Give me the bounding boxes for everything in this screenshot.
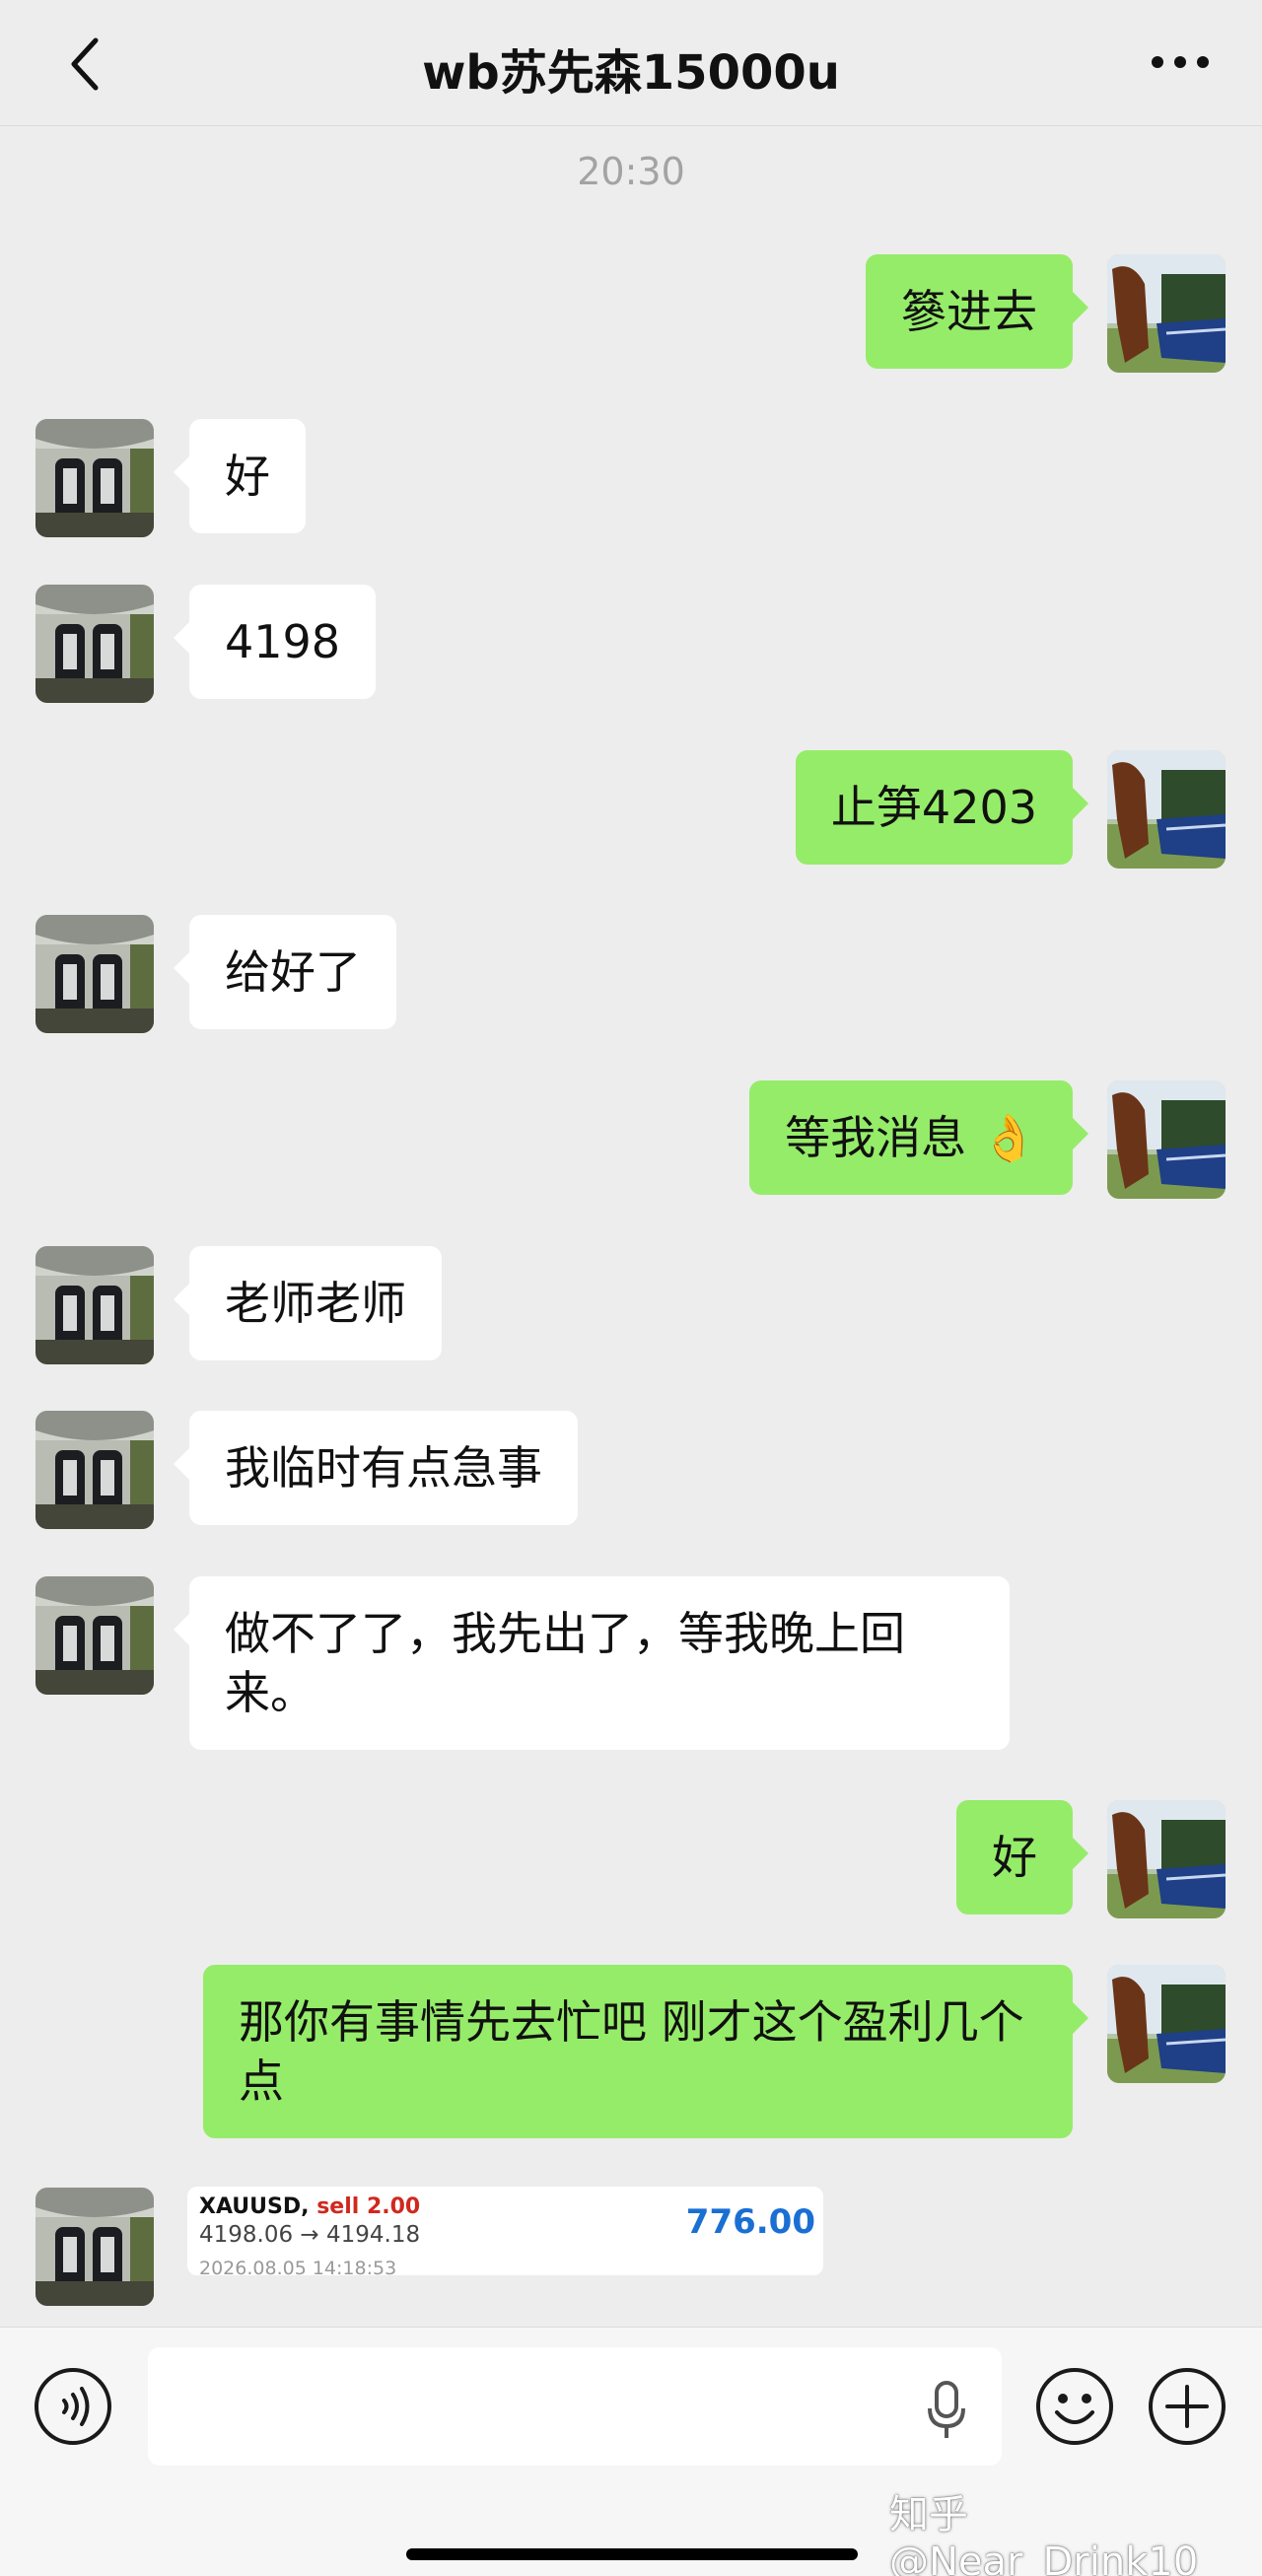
avatar-image <box>1107 1800 1226 1918</box>
chat-title: wb苏先森15000u <box>422 45 840 101</box>
avatar-image <box>35 1576 154 1695</box>
emoji-icon <box>1036 2368 1113 2445</box>
avatar-image <box>35 2188 154 2306</box>
trade-symbol-line: XAUUSD, sell 2.00 <box>199 2194 420 2219</box>
voice-icon <box>35 2368 111 2445</box>
trade-symbol: XAUUSD, <box>199 2194 310 2219</box>
watermark: 知乎 @Near_Drink10 <box>889 2492 1199 2576</box>
voice-toggle-button[interactable] <box>32 2365 114 2448</box>
message-bubble-incoming[interactable]: 我临时有点急事 <box>174 1411 578 1525</box>
home-indicator[interactable] <box>406 2548 858 2560</box>
message-bubble-incoming[interactable]: 老师老师 <box>174 1246 442 1360</box>
voice-input-button[interactable] <box>922 2376 971 2445</box>
avatar-image <box>1107 1965 1226 2083</box>
avatar-image <box>35 585 154 703</box>
message-bubble-outgoing[interactable]: 篸进去 <box>866 254 1088 369</box>
contact-avatar[interactable] <box>35 915 154 1033</box>
message-bubble-incoming[interactable]: 好 <box>174 419 306 533</box>
message-bubble-outgoing[interactable]: 那你有事情先去忙吧 刚才这个盈利几个点 <box>203 1965 1088 2138</box>
more-dots-icon <box>1152 56 1209 68</box>
microphone-icon <box>928 2381 965 2438</box>
my-avatar[interactable] <box>1107 1800 1226 1918</box>
contact-avatar[interactable] <box>35 2188 154 2306</box>
trade-profit: 776.00 <box>685 2202 815 2242</box>
my-avatar[interactable] <box>1107 1965 1226 2083</box>
message-bubble-outgoing[interactable]: 止笋4203 <box>795 750 1089 865</box>
message-bubble-incoming[interactable]: 做不了了，我先出了，等我晚上回来。 <box>174 1576 1010 1750</box>
message-timestamp: 20:30 <box>577 150 685 193</box>
message-bubble-incoming[interactable]: 给好了 <box>174 915 396 1029</box>
message-input[interactable] <box>148 2347 1002 2466</box>
my-avatar[interactable] <box>1107 254 1226 373</box>
my-avatar[interactable] <box>1107 1080 1226 1199</box>
avatar-image <box>1107 254 1226 373</box>
contact-avatar[interactable] <box>35 1576 154 1695</box>
trade-datetime: 2026.08.05 14:18:53 <box>199 2258 397 2275</box>
message-bubble-incoming[interactable]: 4198 <box>173 585 377 699</box>
contact-avatar[interactable] <box>35 1246 154 1364</box>
add-icon <box>1149 2368 1226 2445</box>
avatar-image <box>1107 750 1226 869</box>
chat-header: wb苏先森15000u <box>0 0 1262 126</box>
message-bubble-outgoing[interactable]: 好 <box>956 1800 1088 1915</box>
more-button[interactable] <box>1146 37 1215 87</box>
contact-avatar[interactable] <box>35 585 154 703</box>
avatar-image <box>35 915 154 1033</box>
avatar-image <box>35 1246 154 1364</box>
trade-side: sell 2.00 <box>316 2194 421 2219</box>
avatar-image <box>35 1411 154 1529</box>
message-bubble-outgoing[interactable]: 等我消息 👌 <box>749 1080 1088 1195</box>
add-button[interactable] <box>1146 2365 1228 2448</box>
my-avatar[interactable] <box>1107 750 1226 869</box>
avatar-image <box>1107 1080 1226 1199</box>
avatar-image <box>35 419 154 537</box>
trade-prices: 4198.06 → 4194.18 <box>199 2222 421 2248</box>
contact-avatar[interactable] <box>35 1411 154 1529</box>
emoji-button[interactable] <box>1033 2365 1116 2448</box>
trade-screenshot-message[interactable]: XAUUSD, sell 2.00 4198.06 → 4194.18 2026… <box>187 2187 823 2275</box>
contact-avatar[interactable] <box>35 419 154 537</box>
